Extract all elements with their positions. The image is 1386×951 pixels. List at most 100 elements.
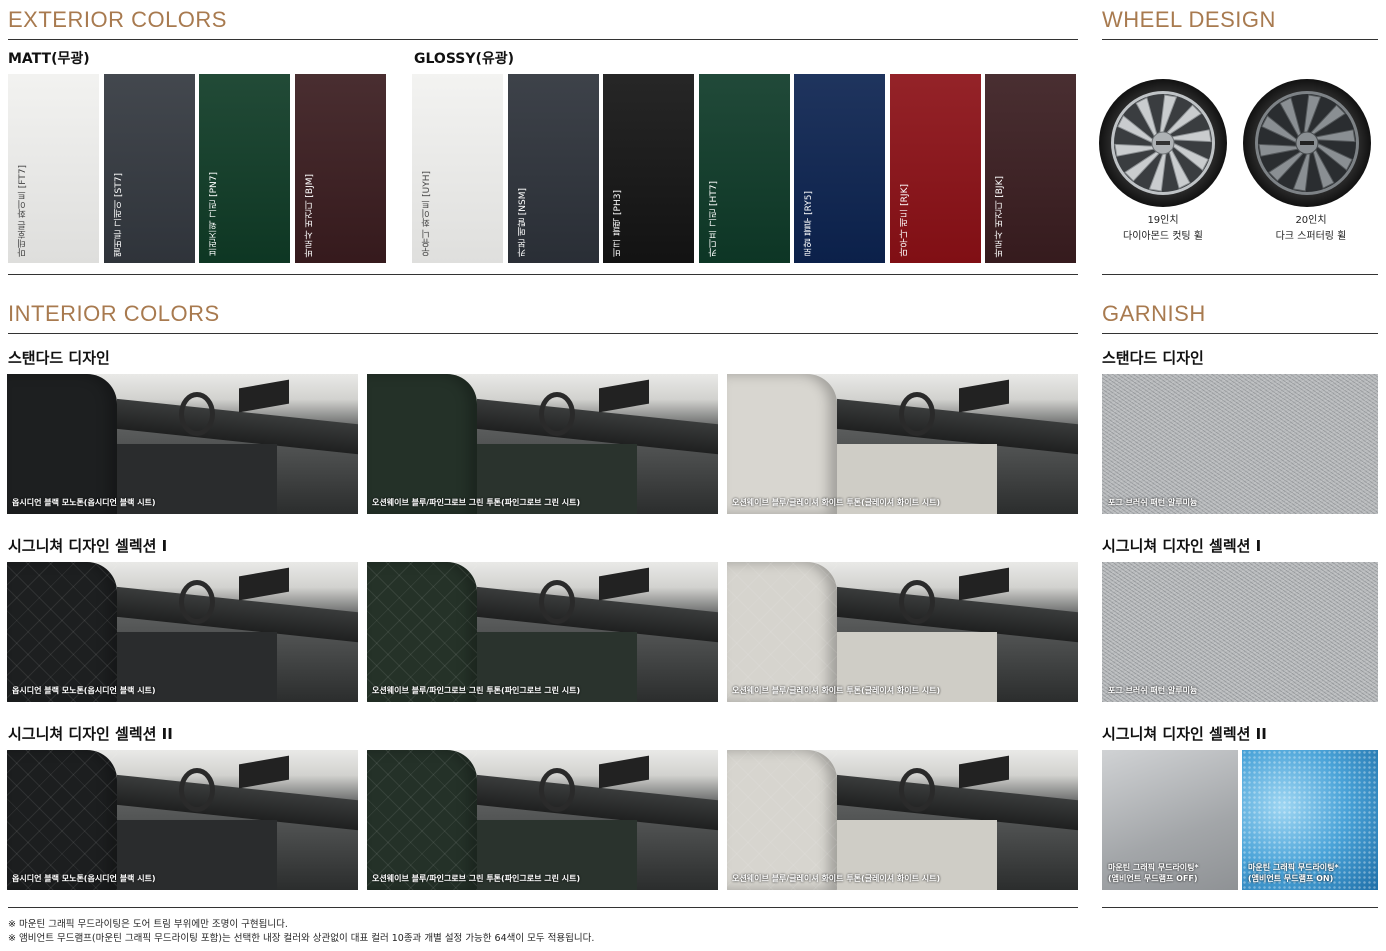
swatch-label: 멜버른 그레이 [ST7] [113, 173, 124, 257]
interior-tile[interactable]: 오션웨이브 블루/파인그로브 그린 투톤(파인그로브 그린 시트) [367, 750, 718, 890]
interior-tile-label: 옵시디언 블랙 모노톤(옵시디언 블랙 시트) [12, 686, 156, 695]
display-screen [239, 379, 289, 413]
garnish-bottom-rule [1102, 907, 1378, 908]
display-screen [959, 567, 1009, 601]
garnish-standard-label: 포그 브러쉬 패턴 알루미늄 [1108, 498, 1198, 507]
interior-tile[interactable]: 오션웨이브 블루/글레이셔 화이트 투톤(글레이셔 화이트 시트) [727, 374, 1078, 514]
color-swatch[interactable]: 마테호른 화이트 [FT7] [8, 74, 99, 263]
garnish-off-label-line2: (앰비언트 무드램프 OFF) [1108, 874, 1198, 883]
garnish-standard-swatch[interactable]: 포그 브러쉬 패턴 알루미늄 [1102, 374, 1378, 514]
wheel-20-dark-sputtering-image[interactable] [1242, 78, 1372, 208]
garnish-off-label-line1: 마운틴 그래픽 무드라이팅* [1108, 863, 1199, 872]
color-swatch[interactable]: 멜버른 그레이 [ST7] [103, 74, 195, 263]
steering-wheel [179, 580, 215, 624]
interior-rule [8, 333, 1078, 334]
color-swatch[interactable]: 카본 메탈 [NSM] [507, 74, 599, 263]
display-screen [599, 755, 649, 789]
color-swatch[interactable]: 마우나 레드 [RJK] [889, 74, 981, 263]
exterior-bottom-rule [8, 274, 1078, 275]
display-screen [959, 379, 1009, 413]
interior-row-signature2-title: 시그니쳐 디자인 셀렉션 II [8, 725, 173, 743]
garnish-signature2-on-swatch[interactable]: 마운틴 그래픽 무드라이팅* (앰비언트 무드램프 ON) [1242, 750, 1378, 890]
display-screen [599, 379, 649, 413]
brushed-texture [1102, 374, 1378, 514]
color-swatch[interactable]: 브런즈윅 그린 [PN7] [199, 74, 290, 263]
seat [367, 374, 477, 514]
display-screen [599, 567, 649, 601]
garnish-signature2-off-label: 마운틴 그래픽 무드라이팅* (앰비언트 무드램프 OFF) [1108, 862, 1199, 884]
swatch-label: 브런즈윅 그린 [PN7] [209, 172, 219, 257]
wheel-rule [1102, 39, 1378, 40]
seat [727, 374, 837, 514]
garnish-title: GARNISH [1102, 301, 1206, 326]
interior-tile[interactable]: 오션웨이브 블루/글레이셔 화이트 투톤(글레이셔 화이트 시트) [727, 562, 1078, 702]
garnish-row-standard-title: 스탠다드 디자인 [1102, 349, 1204, 367]
display-screen [959, 755, 1009, 789]
interior-tile-label: 오션웨이브 블루/글레이셔 화이트 투톤(글레이셔 화이트 시트) [732, 686, 941, 695]
swatch-label: 마테호른 화이트 [FT7] [18, 165, 28, 257]
steering-wheel [899, 580, 935, 624]
quilting [367, 562, 477, 702]
wheel-title: WHEEL DESIGN [1102, 7, 1276, 32]
swatch-label: 우유니 화이트 [UYH] [422, 171, 432, 257]
steering-wheel [899, 392, 935, 436]
interior-tile-label: 옵시디언 블랙 모노톤(옵시디언 블랙 시트) [12, 874, 156, 883]
wheel-20-caption: 20인치 다크 스퍼터링 휠 [1231, 213, 1386, 245]
color-swatch[interactable]: 바로사 버건디 [BJK] [985, 74, 1076, 263]
interior-tile[interactable]: 오션웨이브 블루/파인그로브 그린 투톤(파인그로브 그린 시트) [367, 374, 718, 514]
steering-wheel [539, 392, 575, 436]
footnote-2: ※ 앰비언트 무드램프(마운틴 그래픽 무드라이팅 포함)는 선택한 내장 컬러… [8, 933, 595, 944]
wheel-20-name: 다크 스퍼터링 휠 [1275, 231, 1347, 242]
wheel-19-diamond-cut-image[interactable] [1098, 78, 1228, 208]
wheel-19-name: 다이아몬드 컷팅 휠 [1123, 231, 1203, 242]
interior-tile-label: 오션웨이브 블루/글레이셔 화이트 투톤(글레이셔 화이트 시트) [732, 498, 941, 507]
color-swatch[interactable]: 로얄 블루 [RY5] [794, 74, 885, 263]
quilting [7, 562, 117, 702]
exterior-rule [8, 39, 1078, 40]
interior-tile[interactable]: 옵시디언 블랙 모노톤(옵시디언 블랙 시트) [7, 562, 358, 702]
steering-wheel [179, 768, 215, 812]
garnish-row-signature2-title: 시그니쳐 디자인 셀렉션 II [1102, 725, 1267, 743]
interior-tile[interactable]: 옵시디언 블랙 모노톤(옵시디언 블랙 시트) [7, 750, 358, 890]
interior-tile-label: 오션웨이브 블루/파인그로브 그린 투톤(파인그로브 그린 시트) [372, 498, 581, 507]
steering-wheel [539, 580, 575, 624]
wheel-19-caption: 19인치 다이아몬드 컷팅 휠 [1083, 213, 1243, 245]
garnish-signature2-off-swatch[interactable]: 마운틴 그래픽 무드라이팅* (앰비언트 무드램프 OFF) [1102, 750, 1238, 890]
quilting [7, 750, 117, 890]
steering-wheel [899, 768, 935, 812]
display-screen [239, 567, 289, 601]
garnish-rule [1102, 333, 1378, 334]
garnish-signature1-swatch[interactable]: 포그 브러쉬 패턴 알루미늄 [1102, 562, 1378, 702]
swatch-label: 로얄 블루 [RY5] [804, 191, 814, 257]
interior-row-standard-title: 스탠다드 디자인 [8, 349, 110, 367]
exterior-title: EXTERIOR COLORS [8, 7, 227, 32]
interior-title: INTERIOR COLORS [8, 301, 220, 326]
footnote-1: ※ 마운틴 그래픽 무드라이팅은 도어 트림 부위에만 조명이 구현됩니다. [8, 919, 288, 930]
color-swatch[interactable]: 우유니 화이트 [UYH] [412, 74, 503, 263]
interior-tile-label: 옵시디언 블랙 모노톤(옵시디언 블랙 시트) [12, 498, 156, 507]
swatch-label: 카디프 그린 [HT7] [708, 181, 719, 257]
seat [7, 374, 117, 514]
interior-tile[interactable]: 오션웨이브 블루/글레이셔 화이트 투톤(글레이셔 화이트 시트) [727, 750, 1078, 890]
color-swatch[interactable]: 바로사 버건디 [BJM] [294, 74, 386, 263]
swatch-label: 마우나 레드 [RJK] [899, 184, 910, 257]
interior-tile[interactable]: 옵시디언 블랙 모노톤(옵시디언 블랙 시트) [7, 374, 358, 514]
quilting [727, 750, 837, 890]
garnish-on-label-line2: (앰비언트 무드램프 ON) [1248, 874, 1334, 883]
quilting [727, 562, 837, 702]
swatch-label: 카본 메탈 [NSM] [517, 188, 528, 257]
interior-tile[interactable]: 오션웨이브 블루/파인그로브 그린 투톤(파인그로브 그린 시트) [367, 562, 718, 702]
garnish-signature2-on-label: 마운틴 그래픽 무드라이팅* (앰비언트 무드램프 ON) [1248, 862, 1339, 884]
wheel-19-size: 19인치 [1147, 215, 1179, 226]
interior-tile-label: 오션웨이브 블루/파인그로브 그린 투톤(파인그로브 그린 시트) [372, 874, 581, 883]
interior-row-signature1-title: 시그니쳐 디자인 셀렉션 I [8, 537, 168, 555]
garnish-signature1-label: 포그 브러쉬 패턴 알루미늄 [1108, 686, 1198, 695]
interior-tile-label: 오션웨이브 블루/파인그로브 그린 투톤(파인그로브 그린 시트) [372, 686, 581, 695]
display-screen [239, 755, 289, 789]
color-swatch[interactable]: 카디프 그린 [HT7] [698, 74, 790, 263]
brushed-texture [1102, 562, 1378, 702]
color-swatch[interactable]: 비크 블랙 [PH3] [603, 74, 694, 263]
wheel-20-size: 20인치 [1295, 215, 1327, 226]
interior-bottom-rule [8, 907, 1078, 908]
steering-wheel [539, 768, 575, 812]
